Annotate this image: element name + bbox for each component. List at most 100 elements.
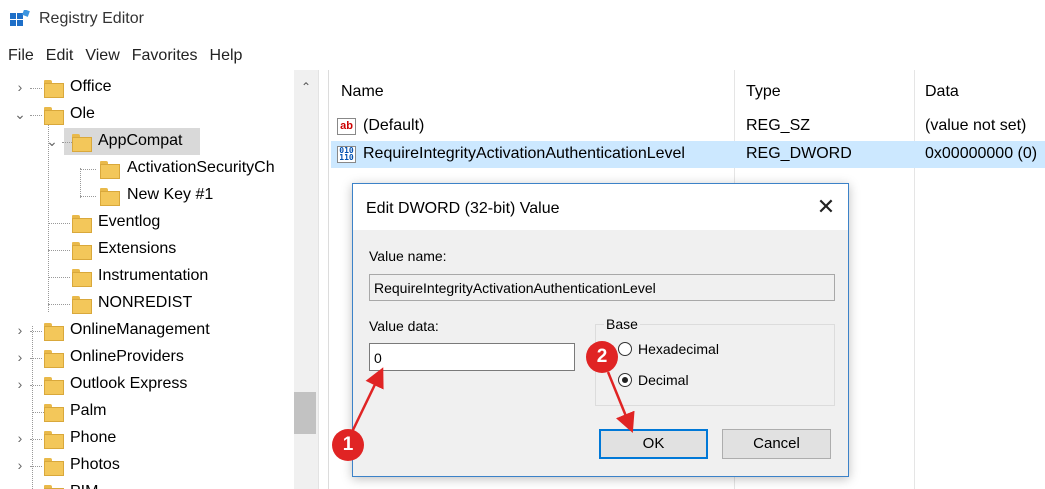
tree-item-label: Eventlog bbox=[98, 213, 161, 230]
value-type: REG_SZ bbox=[746, 117, 811, 134]
tree-item-office[interactable]: › Office bbox=[0, 74, 294, 101]
pane-splitter[interactable] bbox=[318, 70, 328, 489]
tree-connector bbox=[30, 115, 42, 116]
tree-connector bbox=[32, 412, 44, 413]
tree-connector bbox=[30, 439, 42, 440]
value-data: (value not set) bbox=[925, 117, 1027, 134]
value-row-selected[interactable]: 010 110 RequireIntegrityActivationAuthent… bbox=[331, 141, 1045, 168]
tree-connector bbox=[80, 169, 96, 170]
tree-scrollbar[interactable]: ⌃ bbox=[294, 70, 318, 489]
tree-item-instrumentation[interactable]: Instrumentation bbox=[0, 263, 294, 290]
tree-item-phone[interactable]: › Phone bbox=[0, 425, 294, 452]
dialog-title: Edit DWORD (32-bit) Value bbox=[366, 200, 560, 217]
tree-connector bbox=[48, 304, 70, 305]
close-icon[interactable]: ✕ bbox=[811, 192, 841, 222]
chevron-right-icon[interactable]: › bbox=[14, 349, 26, 365]
dword-value-icon: 010 110 bbox=[337, 146, 356, 163]
value-data-label: Value data: bbox=[369, 318, 439, 334]
menu-help[interactable]: Help bbox=[210, 44, 253, 68]
registry-tree: › Office ⌄ Ole ⌄ AppCompat ActivationSecurityC… bbox=[0, 70, 318, 489]
tree-item-appcompat[interactable]: ⌄ AppCompat bbox=[0, 128, 294, 155]
menu-bar: File Edit View Favorites Help bbox=[0, 44, 254, 68]
tree-item-pim[interactable]: › PIM bbox=[0, 479, 294, 489]
chevron-down-icon[interactable]: ⌄ bbox=[14, 106, 26, 123]
tree-connector bbox=[30, 466, 42, 467]
tree-connector bbox=[30, 331, 42, 332]
value-name: (Default) bbox=[363, 117, 425, 134]
radio-decimal[interactable]: Decimal bbox=[618, 370, 689, 390]
radio-button[interactable] bbox=[618, 342, 632, 356]
base-label: Base bbox=[604, 316, 640, 332]
chevron-right-icon[interactable]: › bbox=[14, 457, 26, 473]
tree-item-new-key-1[interactable]: New Key #1 bbox=[0, 182, 294, 209]
tree-item-label: AppCompat bbox=[98, 132, 183, 149]
tree-item-label: PIM bbox=[70, 483, 98, 489]
column-type[interactable]: Type bbox=[746, 83, 781, 101]
value-name-field[interactable]: RequireIntegrityActivationAuthentication… bbox=[369, 274, 835, 301]
folder-icon bbox=[72, 296, 92, 314]
menu-file[interactable]: File bbox=[0, 44, 44, 68]
tree-item-label: NONREDIST bbox=[98, 294, 193, 311]
value-data-input[interactable]: 0 bbox=[369, 343, 575, 371]
chevron-down-icon[interactable]: ⌄ bbox=[46, 133, 58, 150]
tree-item-label: Office bbox=[70, 78, 112, 95]
tree-item-ole[interactable]: ⌄ Ole bbox=[0, 101, 294, 128]
folder-icon bbox=[44, 485, 64, 489]
folder-icon bbox=[44, 458, 64, 476]
folder-icon bbox=[72, 242, 92, 260]
tree-item-label: OnlineManagement bbox=[70, 321, 210, 338]
tree-item-onlineproviders[interactable]: › OnlineProviders bbox=[0, 344, 294, 371]
list-header: Name Type Data bbox=[329, 70, 1045, 108]
folder-icon bbox=[44, 431, 64, 449]
value-name-label: Value name: bbox=[369, 248, 447, 264]
tree-item-label: Ole bbox=[70, 105, 95, 122]
tree-connector bbox=[30, 88, 42, 89]
scroll-up-arrow-icon[interactable]: ⌃ bbox=[294, 80, 318, 94]
value-row[interactable]: ab (Default) REG_SZ (value not set) bbox=[331, 113, 1045, 140]
chevron-right-icon[interactable]: › bbox=[14, 79, 26, 95]
base-group: Base Hexadecimal Decimal bbox=[595, 316, 835, 406]
value-type: REG_DWORD bbox=[746, 145, 852, 162]
tree-item-extensions[interactable]: Extensions bbox=[0, 236, 294, 263]
tree-item-activationsecuritych[interactable]: ActivationSecurityCh bbox=[0, 155, 294, 182]
scroll-thumb[interactable] bbox=[294, 392, 316, 434]
value-data: 0x00000000 (0) bbox=[925, 145, 1038, 162]
chevron-right-icon[interactable]: › bbox=[14, 430, 26, 446]
tree-item-palm[interactable]: Palm bbox=[0, 398, 294, 425]
chevron-right-icon[interactable]: › bbox=[14, 376, 26, 392]
tree-connector bbox=[30, 358, 42, 359]
tree-connector bbox=[30, 385, 42, 386]
tree-item-label: Photos bbox=[70, 456, 120, 473]
tree-connector bbox=[48, 250, 70, 251]
tree-item-label: Phone bbox=[70, 429, 117, 446]
menu-edit[interactable]: Edit bbox=[46, 44, 84, 68]
chevron-right-icon[interactable]: › bbox=[14, 322, 26, 338]
folder-icon bbox=[72, 215, 92, 233]
tree-item-outlook-express[interactable]: › Outlook Express bbox=[0, 371, 294, 398]
string-value-icon: ab bbox=[337, 118, 356, 135]
tree-item-onlinemanagement[interactable]: › OnlineManagement bbox=[0, 317, 294, 344]
tree-item-eventlog[interactable]: Eventlog bbox=[0, 209, 294, 236]
folder-icon bbox=[44, 377, 64, 395]
column-data[interactable]: Data bbox=[925, 83, 959, 101]
chevron-right-icon[interactable]: › bbox=[14, 484, 26, 489]
folder-icon bbox=[72, 134, 92, 152]
tree-item-nonredist[interactable]: NONREDIST bbox=[0, 290, 294, 317]
column-name[interactable]: Name bbox=[341, 83, 384, 101]
tree-connector bbox=[48, 277, 70, 278]
folder-icon bbox=[44, 350, 64, 368]
tree-item-label: ActivationSecurityCh bbox=[127, 159, 275, 176]
radio-hexadecimal[interactable]: Hexadecimal bbox=[618, 339, 719, 359]
cancel-button[interactable]: Cancel bbox=[722, 429, 831, 459]
tree-item-photos[interactable]: › Photos bbox=[0, 452, 294, 479]
radio-button-checked[interactable] bbox=[618, 373, 632, 387]
tree-item-label: Instrumentation bbox=[98, 267, 209, 284]
folder-icon bbox=[44, 107, 64, 125]
folder-icon bbox=[100, 161, 120, 179]
folder-icon bbox=[100, 188, 120, 206]
menu-view[interactable]: View bbox=[85, 44, 129, 68]
menu-favorites[interactable]: Favorites bbox=[132, 44, 208, 68]
ok-button[interactable]: OK bbox=[599, 429, 708, 459]
tree-connector bbox=[80, 196, 96, 197]
registry-editor-icon bbox=[10, 10, 30, 26]
